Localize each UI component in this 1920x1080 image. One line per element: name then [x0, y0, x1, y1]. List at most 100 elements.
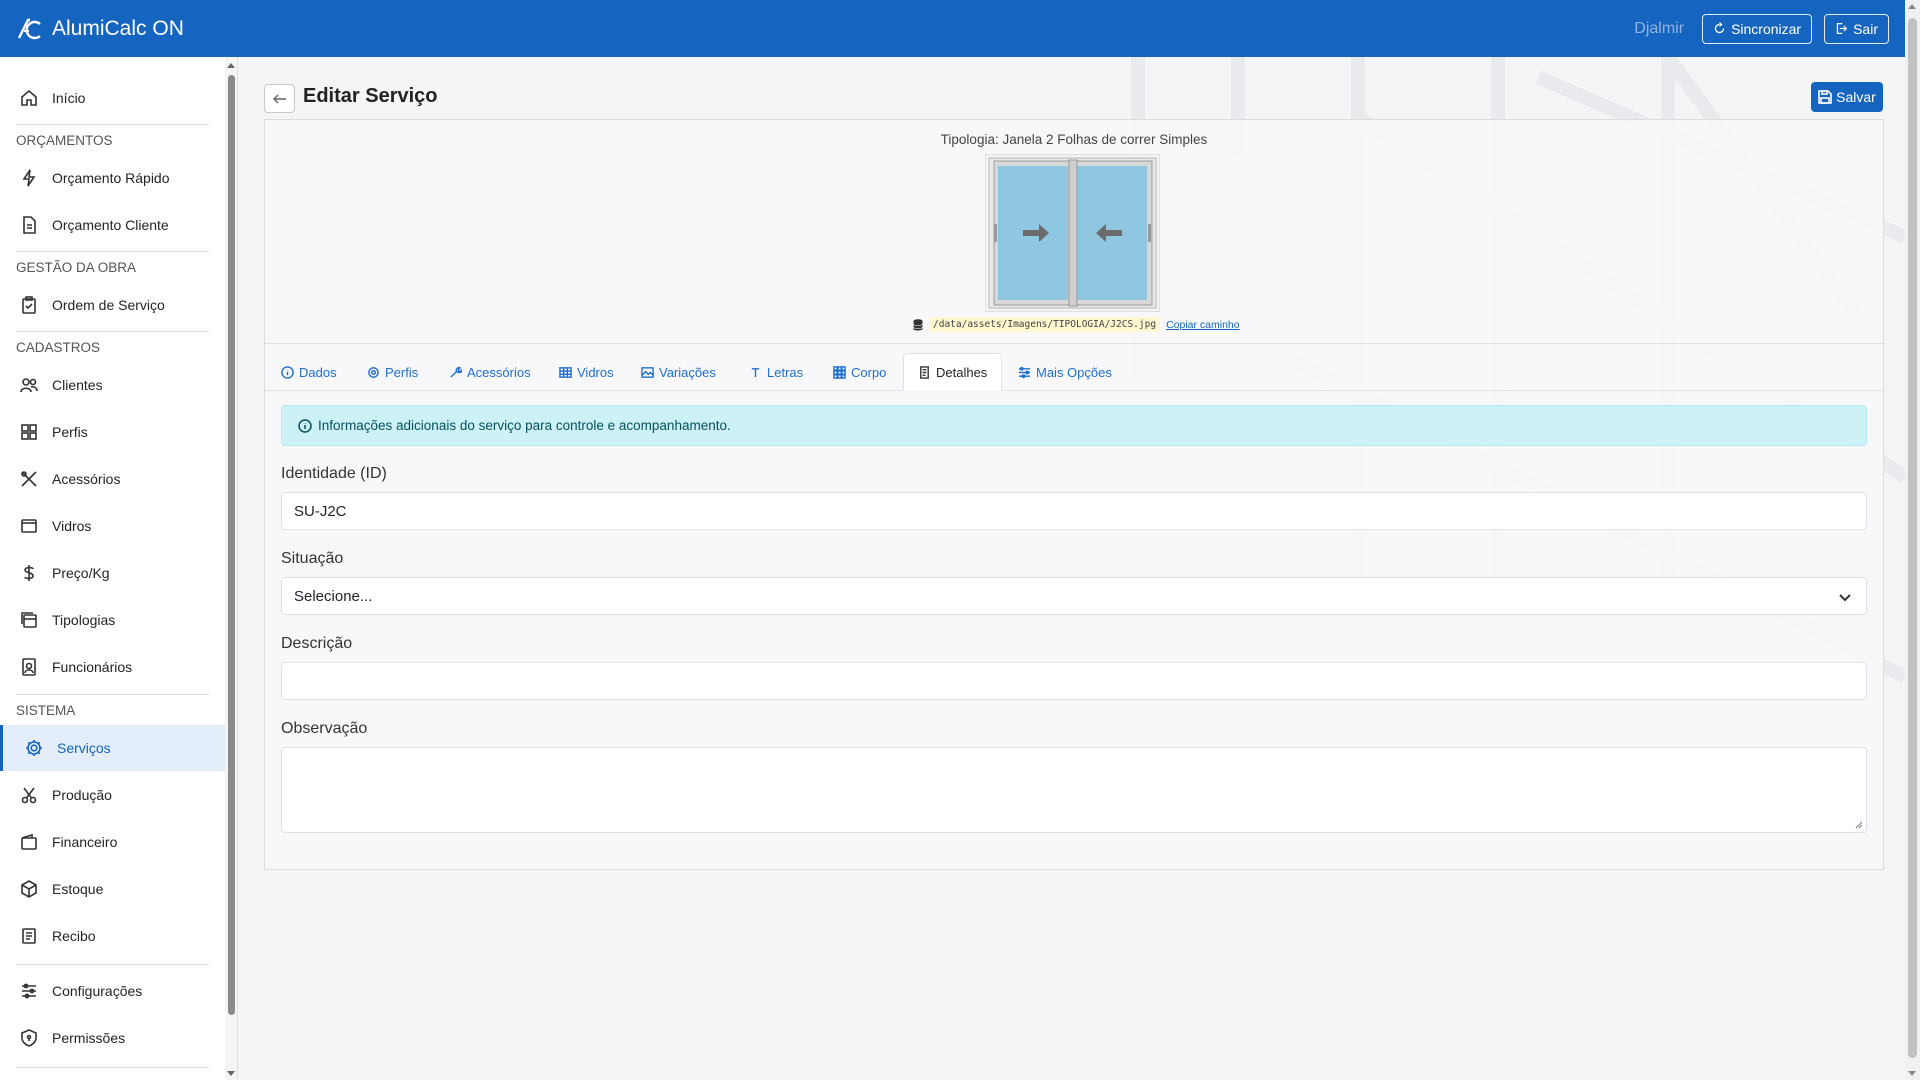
sidebar-divider	[16, 1067, 209, 1068]
resize-grip-icon[interactable]	[1855, 821, 1863, 829]
copy-path-link[interactable]: Copiar caminho	[1166, 319, 1240, 331]
sidebar-item-recibo[interactable]: Recibo	[0, 913, 226, 959]
top-navbar: AlumiCalc ON Djalmir Sincronizar Sair	[0, 0, 1905, 57]
tab-corpo[interactable]: Corpo	[833, 353, 886, 391]
sidebar-item-financeiro[interactable]: Financeiro	[0, 819, 226, 865]
sidebar-item-preco-kg[interactable]: Preço/Kg	[0, 550, 226, 596]
tab-label: Acessórios	[467, 364, 531, 380]
sidebar-item-label: Clientes	[52, 377, 103, 393]
gear-icon	[26, 740, 42, 756]
tab-dados[interactable]: Dados	[281, 353, 337, 391]
sidebar-item-funcionarios[interactable]: Funcionários	[0, 644, 226, 690]
sidebar-item-producao[interactable]: Produção	[0, 772, 226, 818]
info-alert-text: Informações adicionais do serviço para c…	[318, 418, 731, 433]
sidebar-scrollbar[interactable]	[225, 57, 237, 1080]
home-icon	[21, 89, 37, 106]
situacao-value: Selecione...	[294, 587, 373, 605]
grid-icon	[21, 424, 37, 440]
sync-button[interactable]: Sincronizar	[1702, 13, 1813, 44]
tipologia-window-image	[985, 154, 1160, 312]
layers-icon	[21, 612, 37, 628]
observacao-textarea[interactable]	[281, 747, 1867, 833]
info-circle-icon	[281, 365, 294, 379]
page-title: Editar Serviço	[303, 85, 438, 107]
sidebar-item-orcamento-rapido[interactable]: Orçamento Rápido	[0, 155, 226, 201]
arrow-left-icon	[272, 93, 286, 104]
descricao-label: Descrição	[281, 635, 353, 652]
wallet-icon	[21, 833, 37, 850]
back-button[interactable]	[264, 84, 295, 113]
sidebar-item-clientes[interactable]: Clientes	[0, 362, 226, 408]
brand[interactable]: AlumiCalc ON	[16, 16, 184, 42]
logout-button[interactable]: Sair	[1824, 13, 1889, 44]
receipt-icon	[22, 928, 36, 944]
tab-detalhes[interactable]: Detalhes	[903, 353, 1003, 391]
info-circle-icon	[298, 418, 312, 433]
sidebar-item-perfis[interactable]: Perfis	[0, 409, 226, 455]
sidebar-item-permissoes[interactable]: Permissões	[0, 1015, 226, 1061]
save-button[interactable]: Salvar	[1811, 82, 1883, 112]
sidebar-divider	[16, 124, 209, 125]
sidebar-section-gestao: GESTÃO DA OBRA	[16, 260, 137, 275]
tipologia-label: Tipologia: Janela 2 Folhas de correr Sim…	[940, 132, 1208, 147]
floppy-disk-icon	[1818, 90, 1832, 104]
logout-icon	[1836, 23, 1848, 34]
tab-label: Corpo	[851, 364, 887, 380]
text-icon	[751, 367, 760, 377]
sidebar-scroll-thumb[interactable]	[228, 75, 235, 1015]
sidebar-item-label: Orçamento Rápido	[52, 170, 170, 186]
badge-person-icon	[22, 658, 36, 676]
image-path-row: /data/assets/Imagens/TIPOLOGIA/J2CS.jpg …	[913, 317, 1240, 332]
sidebar-item-label: Ordem de Serviço	[52, 297, 165, 313]
refresh-icon	[1714, 22, 1725, 34]
scroll-up-icon[interactable]	[1908, 4, 1916, 9]
sidebar-item-acessorios[interactable]: Acessórios	[0, 456, 226, 502]
sidebar-item-estoque[interactable]: Estoque	[0, 866, 226, 912]
sidebar-item-servicos[interactable]: Serviços	[0, 725, 226, 771]
sidebar-item-ordem-servico[interactable]: Ordem de Serviço	[0, 282, 226, 328]
sidebar-item-label: Recibo	[52, 928, 96, 944]
sidebar-item-label: Financeiro	[52, 834, 118, 850]
save-label: Salvar	[1836, 89, 1876, 105]
app-logo-icon	[17, 18, 41, 39]
sidebar-item-label: Início	[52, 90, 86, 106]
page-scroll-thumb[interactable]	[1908, 18, 1917, 1058]
scroll-down-icon[interactable]	[1908, 1071, 1916, 1076]
sidebar-item-inicio[interactable]: Início	[0, 75, 226, 121]
tab-mais-opcoes[interactable]: Mais Opções	[1018, 353, 1112, 391]
wrench-icon	[450, 366, 462, 378]
page-scrollbar[interactable]	[1905, 0, 1920, 1080]
sliders-icon	[22, 983, 36, 999]
tab-variacoes[interactable]: Variações	[641, 353, 716, 391]
tab-label: Variações	[659, 364, 716, 380]
database-icon	[913, 318, 923, 330]
identidade-input[interactable]: SU-J2C	[281, 492, 1867, 530]
sidebar-item-configuracoes[interactable]: Configurações	[0, 968, 226, 1014]
sidebar-item-label: Estoque	[52, 881, 104, 897]
situacao-select[interactable]: Selecione...	[281, 577, 1867, 615]
grid-3x3-icon	[833, 365, 846, 379]
descricao-input[interactable]	[281, 662, 1867, 700]
scroll-down-icon[interactable]	[227, 1071, 235, 1076]
sliders-icon	[1018, 366, 1031, 378]
identidade-value: SU-J2C	[294, 502, 347, 520]
user-name[interactable]: Djalmir	[1634, 20, 1684, 38]
document-icon	[23, 216, 36, 234]
service-card: Tipologia: Janela 2 Folhas de correr Sim…	[264, 119, 1884, 870]
sidebar-item-tipologias[interactable]: Tipologias	[0, 597, 226, 643]
sidebar-item-orcamento-cliente[interactable]: Orçamento Cliente	[0, 202, 226, 248]
sidebar-divider	[16, 251, 209, 252]
people-icon	[20, 378, 38, 393]
scroll-up-icon[interactable]	[227, 63, 235, 68]
app-title: AlumiCalc ON	[52, 16, 184, 40]
logout-label: Sair	[1853, 20, 1878, 37]
sidebar-item-vidros[interactable]: Vidros	[0, 503, 226, 549]
main-content: Editar Serviço Salvar Tipologia: Janela …	[238, 57, 1905, 1080]
chevron-down-icon	[1839, 594, 1851, 602]
sidebar-item-label: Permissões	[52, 1030, 126, 1046]
tab-acessorios[interactable]: Acessórios	[449, 353, 531, 391]
tab-letras[interactable]: Letras	[749, 353, 803, 391]
sidebar-item-label: Vidros	[52, 518, 92, 534]
tab-vidros[interactable]: Vidros	[559, 353, 614, 391]
tab-perfis[interactable]: Perfis	[367, 353, 418, 391]
